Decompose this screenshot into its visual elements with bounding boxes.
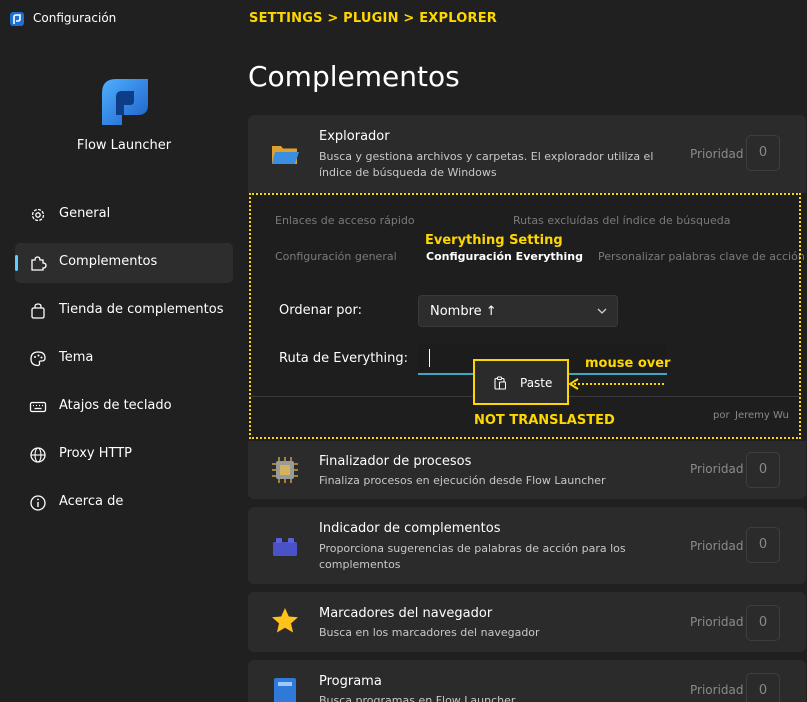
priority-label: Prioridad <box>690 615 744 629</box>
annotation-not-translated: NOT TRANSLASTED <box>474 413 615 428</box>
plugin-description: Finaliza procesos en ejecución desde Flo… <box>319 474 606 487</box>
plugin-card-explorador[interactable]: Explorador Busca y gestiona archivos y c… <box>248 115 806 193</box>
folder-icon <box>272 146 299 164</box>
keyboard-icon <box>29 401 47 413</box>
priority-input[interactable]: 0 <box>746 527 780 563</box>
sidebar-item-label: General <box>59 206 111 221</box>
sidebar-item-label: Proxy HTTP <box>59 446 133 461</box>
sidebar-item-label: Atajos de teclado <box>59 398 172 413</box>
plugin-name: Marcadores del navegador <box>319 606 493 621</box>
sidebar-item-tema[interactable]: Tema <box>15 339 233 379</box>
priority-input[interactable]: 0 <box>746 673 780 702</box>
sidebar-item-label: Tienda de complementos <box>59 302 224 317</box>
shopping-bag-icon <box>31 303 45 319</box>
breadcrumb: SETTINGS > PLUGIN > EXPLORER <box>249 11 498 26</box>
palette-icon <box>30 351 46 367</box>
priority-label: Prioridad <box>690 462 744 476</box>
plugin-description: Busca en los marcadores del navegador <box>319 626 540 639</box>
cpu-chip-icon <box>272 457 298 483</box>
priority-label: Prioridad <box>690 539 744 553</box>
info-icon <box>30 495 46 511</box>
plugin-card-marcadores[interactable]: Marcadores del navegador Busca en los ma… <box>248 592 806 652</box>
sidebar-item-complementos[interactable]: Complementos <box>15 243 233 283</box>
lego-brick-icon <box>273 538 297 556</box>
priority-input[interactable]: 0 <box>746 135 780 171</box>
sidebar-item-proxy[interactable]: Proxy HTTP <box>15 435 233 475</box>
flow-launcher-logo <box>102 79 148 125</box>
plugin-card-finalizador[interactable]: Finalizador de procesos Finaliza proceso… <box>248 441 806 499</box>
sidebar-item-tienda[interactable]: Tienda de complementos <box>15 291 233 331</box>
gear-icon <box>31 208 45 222</box>
plugin-description: Busca programas en Flow Launcher <box>319 694 516 702</box>
annotation-everything-setting: Everything Setting <box>425 233 563 248</box>
flow-launcher-app-icon <box>10 12 24 26</box>
priority-label: Prioridad <box>690 147 744 161</box>
active-indicator <box>15 255 18 271</box>
annotation-arrow-icon <box>568 378 664 390</box>
sidebar-item-label: Tema <box>59 350 94 365</box>
plugin-card-programa[interactable]: Programa Busca programas en Flow Launche… <box>248 660 806 702</box>
sidebar-item-general[interactable]: General <box>15 195 233 235</box>
plugin-name: Finalizador de procesos <box>319 454 472 469</box>
globe-icon <box>30 447 46 463</box>
sidebar-item-acerca[interactable]: Acerca de <box>15 483 233 523</box>
star-icon <box>272 608 298 633</box>
puzzle-icon <box>31 256 47 271</box>
priority-input[interactable]: 0 <box>746 452 780 488</box>
plugin-name: Indicador de complementos <box>319 521 501 536</box>
annotation-mouse-over: mouse over <box>585 356 671 371</box>
page-title: Complementos <box>248 60 460 93</box>
annotation-dotted-frame <box>249 193 801 439</box>
plugin-name: Programa <box>319 674 382 689</box>
priority-input[interactable]: 0 <box>746 605 780 641</box>
plugin-description: Busca y gestiona archivos y carpetas. El… <box>319 150 654 179</box>
sidebar-item-atajos[interactable]: Atajos de teclado <box>15 387 233 427</box>
app-name: Flow Launcher <box>76 138 172 153</box>
priority-label: Prioridad <box>690 683 744 697</box>
window-title: Configuración <box>33 11 117 25</box>
plugin-description: Proporciona sugerencias de palabras de a… <box>319 542 626 571</box>
plugin-card-indicador[interactable]: Indicador de complementos Proporciona su… <box>248 507 806 584</box>
program-icon <box>274 678 296 702</box>
sidebar-item-label: Acerca de <box>59 494 124 509</box>
sidebar-item-label: Complementos <box>59 254 158 269</box>
plugin-name: Explorador <box>319 129 390 144</box>
